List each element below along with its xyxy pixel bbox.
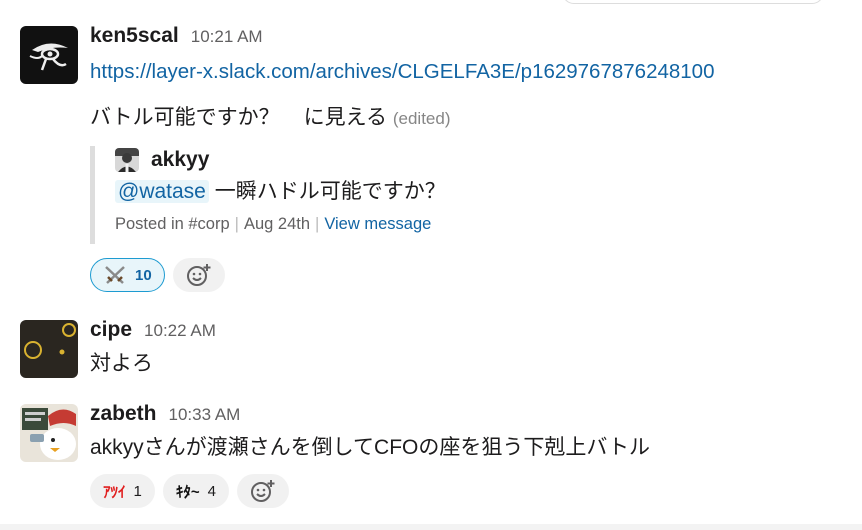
reaction-count: 10 xyxy=(135,266,152,284)
person-photo-icon xyxy=(115,148,139,172)
composer-divider xyxy=(0,524,862,530)
add-reaction-button[interactable] xyxy=(172,258,225,292)
timestamp[interactable]: 10:21 AM xyxy=(191,27,263,47)
user-mention[interactable]: @watase xyxy=(115,180,209,203)
add-reaction-button[interactable] xyxy=(236,474,289,508)
avatar[interactable] xyxy=(20,320,78,378)
crossed-swords-icon xyxy=(103,264,127,286)
message-text: 対よろ xyxy=(90,352,153,375)
quoted-message: akkyy @watase 一瞬ハドル可能ですか？ Posted in #cor… xyxy=(90,146,610,244)
quote-text: 一瞬ハドル可能ですか？ xyxy=(208,180,446,203)
timestamp[interactable]: 10:33 AM xyxy=(169,405,241,425)
kita-icon: ｷﾀ~ xyxy=(175,483,200,501)
avatar[interactable] xyxy=(20,404,78,462)
message-text: akkyyさんが渡瀬さんを倒してCFOの座を狙う下剋上バトル xyxy=(90,436,651,459)
author-name[interactable]: zabeth xyxy=(90,402,157,426)
atsui-icon: ｱﾂｲ xyxy=(103,483,126,501)
posted-in-channel[interactable]: Posted in #corp xyxy=(115,215,230,233)
archive-link[interactable]: https://layer-x.slack.com/archives/CLGEL… xyxy=(90,60,714,83)
reaction-count: 1 xyxy=(133,482,142,500)
message-text-2: に見える xyxy=(303,106,388,129)
search-bar-edge[interactable] xyxy=(562,0,824,4)
timestamp[interactable]: 10:22 AM xyxy=(144,321,216,341)
message-text: バトル可能ですか？ xyxy=(90,106,280,129)
add-emoji-icon xyxy=(186,264,211,286)
add-emoji-icon xyxy=(250,480,275,502)
view-message-link[interactable]: View message xyxy=(324,215,431,233)
author-name[interactable]: ken5scal xyxy=(90,24,179,48)
reaction-crossed-swords[interactable]: 10 xyxy=(90,258,165,292)
edited-label: (edited) xyxy=(392,109,451,128)
reaction-kita[interactable]: ｷﾀ~ 4 xyxy=(162,474,229,508)
reaction-count: 4 xyxy=(207,482,216,500)
reaction-atsui[interactable]: ｱﾂｲ 1 xyxy=(90,474,155,508)
quote-author[interactable]: akkyy xyxy=(151,148,209,172)
quote-date[interactable]: Aug 24th xyxy=(244,215,310,233)
author-name[interactable]: cipe xyxy=(90,318,132,342)
dots-avatar-icon xyxy=(20,320,78,378)
quote-avatar[interactable] xyxy=(115,148,139,172)
character-avatar-icon xyxy=(20,404,78,462)
avatar[interactable] xyxy=(20,26,78,84)
eye-of-horus-logo-icon xyxy=(20,26,78,84)
